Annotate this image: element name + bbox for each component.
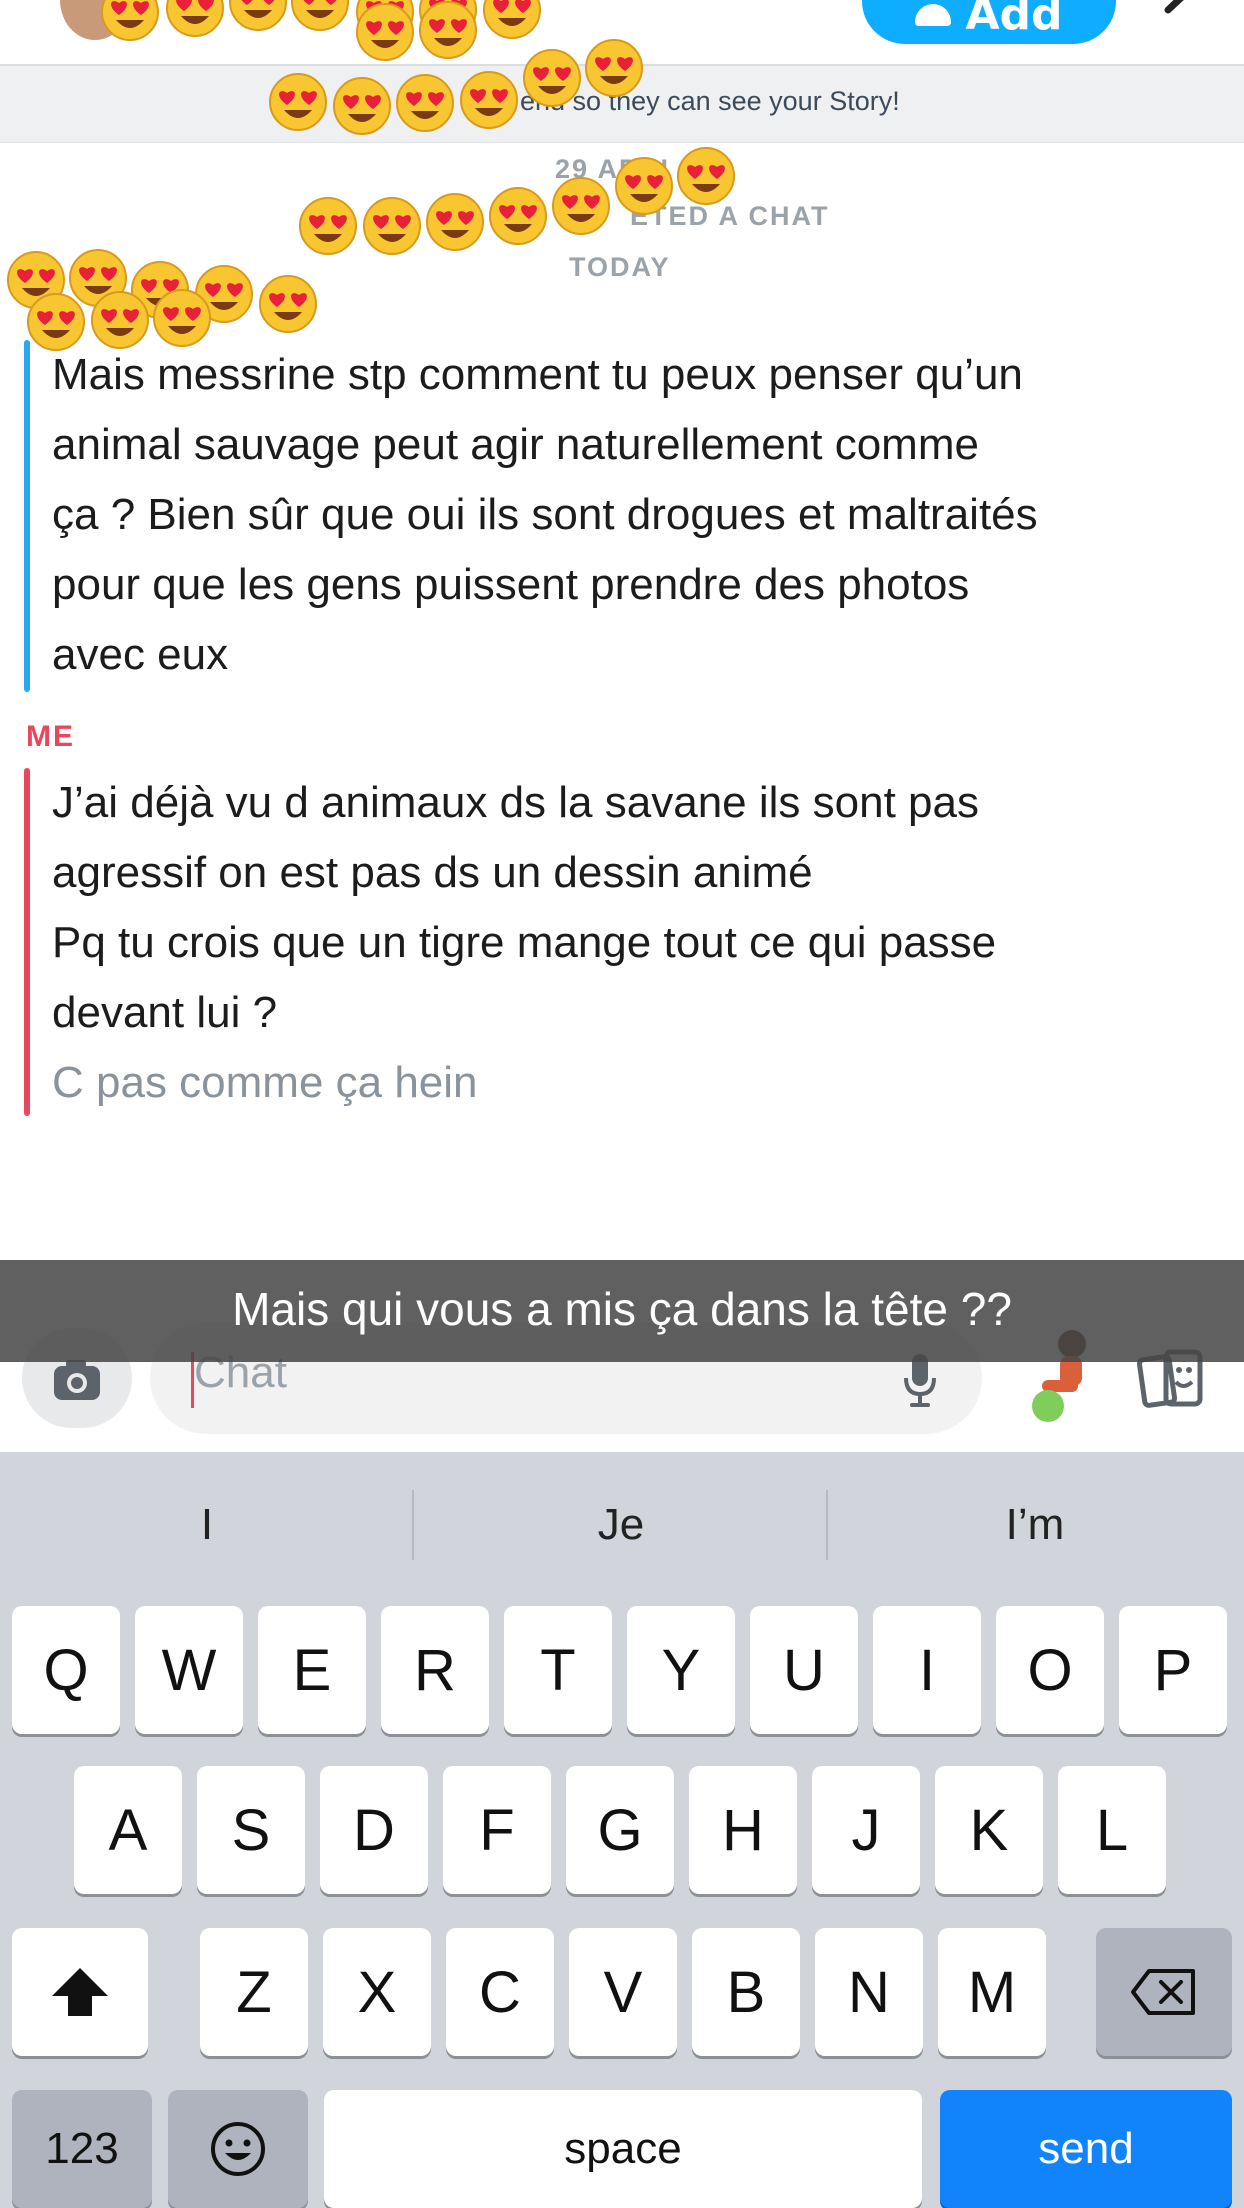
message-line: devant lui ? [52,988,278,1037]
heart-eyes-emoji [259,275,317,333]
heart-eyes-emoji [101,0,159,41]
heart-eyes-emoji [483,0,541,39]
heart-eyes-emoji [585,39,643,97]
emoji-icon [211,2122,265,2176]
suggestion-2[interactable]: Je [414,1500,828,1550]
caption-text: Mais qui vous a mis ça dans la tête ?? [232,1283,1012,1335]
key-b[interactable]: B [692,1928,800,2056]
space-key[interactable]: space [324,2090,922,2208]
key-z[interactable]: Z [200,1928,308,2056]
heart-eyes-emoji [615,157,673,215]
key-s[interactable]: S [197,1766,305,1894]
message-line: animal sauvage peut agir naturellement c… [52,420,979,469]
suggestion-3[interactable]: I’m [828,1500,1242,1550]
heart-eyes-emoji [91,291,149,349]
heart-eyes-emoji [269,73,327,131]
heart-eyes-emoji [291,0,349,31]
key-x[interactable]: X [323,1928,431,2056]
key-c[interactable]: C [446,1928,554,2056]
heart-eyes-emoji [460,71,518,129]
heart-eyes-emoji [523,49,581,107]
key-r[interactable]: R [381,1606,489,1734]
key-y[interactable]: Y [627,1606,735,1734]
key-p[interactable]: P [1119,1606,1227,1734]
heart-eyes-emoji [229,0,287,31]
key-t[interactable]: T [504,1606,612,1734]
key-w[interactable]: W [135,1606,243,1734]
shift-icon [52,1968,108,2016]
key-v[interactable]: V [569,1928,677,2056]
heart-eyes-emoji [166,0,224,37]
heart-eyes-emoji [333,77,391,135]
message-line: pour que les gens puissent prendre des p… [52,560,970,609]
heart-eyes-emoji [396,74,454,132]
send-key[interactable]: send [940,2090,1232,2208]
key-d[interactable]: D [320,1766,428,1894]
heart-eyes-emoji [299,197,357,255]
key-l[interactable]: L [1058,1766,1166,1894]
key-a[interactable]: A [74,1766,182,1894]
heart-eyes-emoji [419,1,477,59]
key-u[interactable]: U [750,1606,858,1734]
heart-eyes-emoji [489,187,547,245]
message-line: J’ai déjà vu d animaux ds la savane ils … [52,778,979,827]
backspace-icon [1131,1969,1195,2015]
key-f[interactable]: F [443,1766,551,1894]
heart-eyes-emoji [363,197,421,255]
sender-label-me: ME [26,720,75,753]
me-message-bar [24,768,30,1116]
heart-eyes-emoji [677,147,735,205]
key-q[interactable]: Q [12,1606,120,1734]
pending-message-line: C pas comme ça hein [52,1058,478,1107]
key-o[interactable]: O [996,1606,1104,1734]
key-k[interactable]: K [935,1766,1043,1894]
message-line: ça ? Bien sûr que oui ils sont drogues e… [52,490,1038,539]
backspace-key[interactable] [1096,1928,1232,2056]
message-line: avec eux [52,630,229,679]
message-line: agressif on est pas ds un dessin animé [52,848,813,897]
key-e[interactable]: E [258,1606,366,1734]
my-message[interactable]: J’ai déjà vu d animaux ds la savane ils … [52,768,1232,1118]
key-m[interactable]: M [938,1928,1046,2056]
key-j[interactable]: J [812,1766,920,1894]
heart-eyes-emoji [153,289,211,347]
shift-key[interactable] [12,1928,148,2056]
heart-eyes-emoji [27,293,85,351]
key-h[interactable]: H [689,1766,797,1894]
heart-eyes-emoji [356,3,414,61]
emoji-sticker-layer [7,0,735,351]
heart-eyes-emoji [552,177,610,235]
key-g[interactable]: G [566,1766,674,1894]
numbers-key[interactable]: 123 [12,2090,152,2208]
emoji-key[interactable] [168,2090,308,2208]
message-line: Pq tu crois que un tigre mange tout ce q… [52,918,997,967]
heart-eyes-emoji [426,193,484,251]
key-i[interactable]: I [873,1606,981,1734]
suggestion-1[interactable]: I [0,1500,414,1550]
key-n[interactable]: N [815,1928,923,2056]
